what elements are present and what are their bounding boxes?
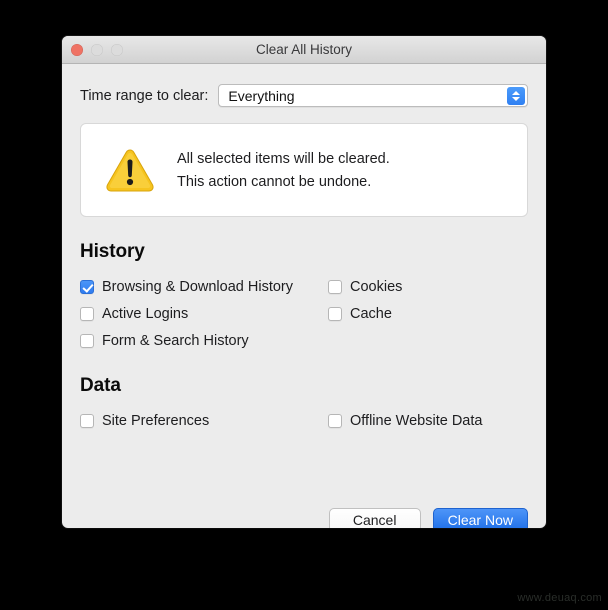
data-heading: Data (80, 375, 121, 396)
checkbox-input[interactable] (80, 280, 94, 294)
warning-triangle-icon (106, 149, 154, 192)
time-range-row: Time range to clear: Everything (80, 84, 528, 107)
checkbox-label: Active Logins (102, 306, 189, 322)
checkbox-input[interactable] (328, 280, 342, 294)
clear-now-button[interactable]: Clear Now (432, 508, 528, 528)
checkbox-row: Browsing & Download History Cookies (80, 279, 528, 295)
checkbox-input[interactable] (80, 334, 94, 348)
time-range-value: Everything (228, 87, 295, 104)
checkbox-input[interactable] (80, 414, 94, 428)
history-checkbox-grid: Browsing & Download History Cookies Acti… (80, 279, 528, 349)
maximize-button[interactable] (111, 43, 123, 56)
minimize-button[interactable] (91, 43, 103, 56)
checkbox-label: Site Preferences (102, 413, 210, 429)
checkbox-cache[interactable]: Cache (328, 306, 528, 322)
dialog-content: Time range to clear: Everything All sele… (62, 84, 546, 528)
checkbox-row: Active Logins Cache (80, 306, 528, 322)
checkbox-input[interactable] (80, 307, 94, 321)
warning-line-2: This action cannot be undone. (177, 173, 372, 190)
checkbox-form-search-history[interactable]: Form & Search History (80, 333, 328, 349)
checkbox-input[interactable] (328, 307, 342, 321)
warning-text: All selected items will be cleared. This… (177, 151, 390, 190)
checkbox-label: Cookies (350, 279, 403, 295)
checkbox-cookies[interactable]: Cookies (328, 279, 528, 295)
chevron-up-icon (512, 90, 520, 95)
title-bar[interactable]: Clear All History (62, 36, 546, 64)
checkbox-offline-website-data[interactable]: Offline Website Data (328, 413, 528, 429)
watermark: www.deuaq.com (517, 592, 602, 604)
screenshot-root: Clear All History Time range to clear: E… (0, 0, 608, 610)
dialog-buttons: Cancel Clear Now (328, 508, 528, 528)
clear-all-history-dialog: Clear All History Time range to clear: E… (62, 36, 546, 528)
checkbox-label: Cache (350, 306, 392, 322)
chevron-updown-icon[interactable] (507, 86, 525, 105)
checkbox-label: Browsing & Download History (102, 279, 293, 295)
warning-line-1: All selected items will be cleared. (177, 150, 390, 167)
checkbox-site-preferences[interactable]: Site Preferences (80, 413, 328, 429)
checkbox-row: Form & Search History (80, 333, 528, 349)
data-section: Data Site Preferences Offline Website Da… (80, 375, 528, 429)
history-heading: History (80, 241, 145, 262)
close-button[interactable] (71, 43, 83, 56)
checkbox-active-logins[interactable]: Active Logins (80, 306, 328, 322)
checkbox-label: Offline Website Data (350, 413, 483, 429)
chevron-down-icon (512, 96, 520, 101)
time-range-label: Time range to clear: (80, 87, 209, 104)
checkbox-row: Site Preferences Offline Website Data (80, 413, 528, 429)
history-section: History Browsing & Download History Cook… (80, 241, 528, 349)
time-range-select[interactable]: Everything (218, 84, 528, 107)
cancel-button[interactable]: Cancel (328, 508, 421, 528)
checkbox-browsing-download-history[interactable]: Browsing & Download History (80, 279, 328, 295)
warning-panel: All selected items will be cleared. This… (80, 123, 528, 217)
checkbox-input[interactable] (328, 414, 342, 428)
checkbox-label: Form & Search History (102, 333, 249, 349)
window-controls (71, 43, 123, 56)
window-title: Clear All History (255, 42, 353, 57)
data-checkbox-grid: Site Preferences Offline Website Data (80, 413, 528, 429)
